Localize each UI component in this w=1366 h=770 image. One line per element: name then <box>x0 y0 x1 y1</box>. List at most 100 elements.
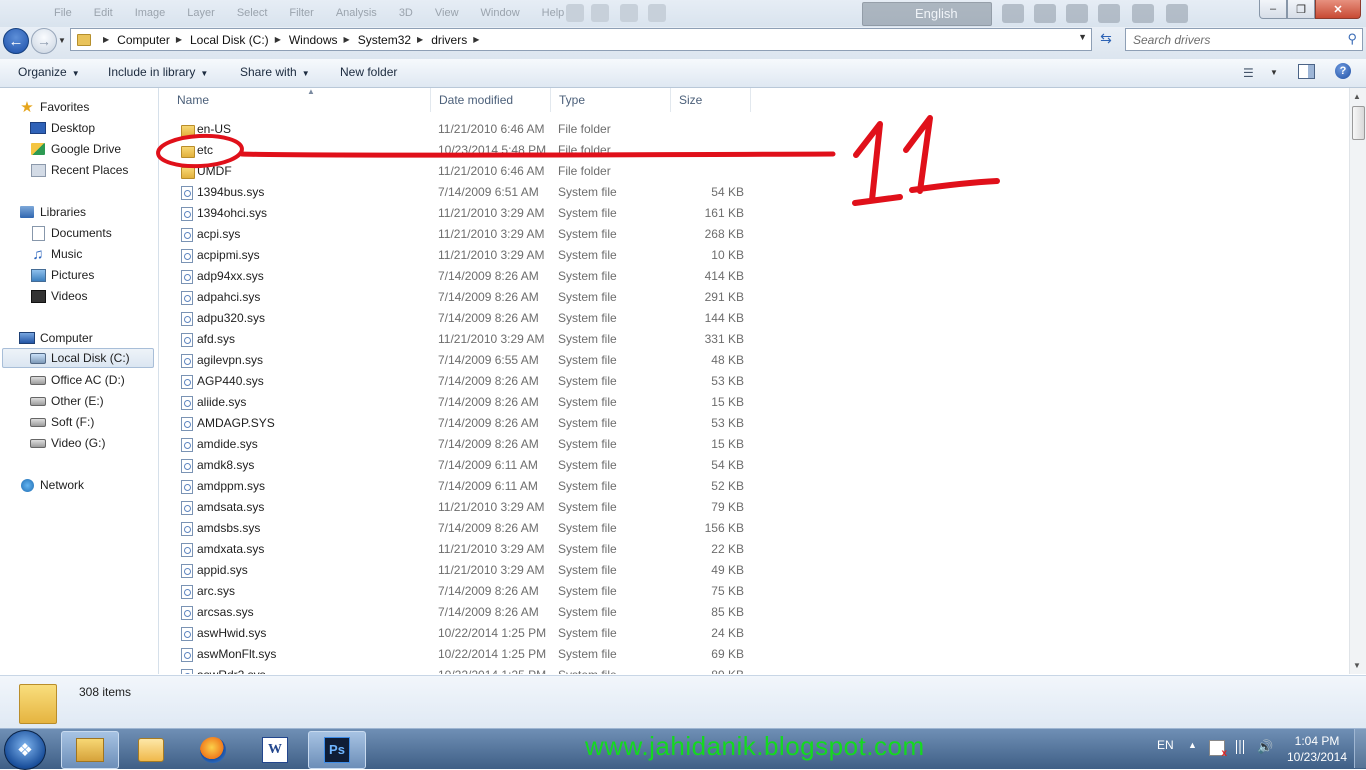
chevron-right-icon[interactable]: ▶ <box>344 35 350 44</box>
file-row[interactable]: arcsas.sys 7/14/2009 8:26 AM System file 85… <box>159 602 759 623</box>
file-row[interactable]: agilevpn.sys 7/14/2009 6:55 AM System file… <box>159 350 759 371</box>
taskbar-word[interactable]: W <box>246 731 304 769</box>
breadcrumb-item[interactable]: Computer <box>117 33 170 47</box>
nav-item-documents[interactable]: Documents <box>30 223 112 243</box>
column-header-size[interactable]: Size <box>671 88 751 112</box>
nav-item-soft-f[interactable]: Soft (F:) <box>30 412 94 432</box>
language-bar-tool-icon[interactable] <box>1098 4 1120 23</box>
clock[interactable]: 1:04 PM 10/23/2014 <box>1286 733 1348 765</box>
new-folder-button[interactable]: New folder <box>340 65 397 79</box>
file-row[interactable]: 1394bus.sys 7/14/2009 6:51 AM System file 5… <box>159 182 759 203</box>
action-center-flag-icon[interactable] <box>1209 740 1227 759</box>
search-input[interactable] <box>1131 29 1340 50</box>
file-row[interactable]: adpahci.sys 7/14/2009 8:26 AM System file 2… <box>159 287 759 308</box>
chevron-right-icon[interactable]: ▶ <box>473 35 479 44</box>
nav-item-music[interactable]: ♫ Music <box>30 244 82 264</box>
nav-item-other-e[interactable]: Other (E:) <box>30 391 104 411</box>
nav-item-recent-places[interactable]: Recent Places <box>30 160 128 180</box>
nav-computer[interactable]: Computer <box>19 328 93 348</box>
share-with-button[interactable]: Share with ▼ <box>240 65 310 79</box>
scroll-up-icon[interactable]: ▲ <box>1353 92 1361 101</box>
forward-button[interactable]: → <box>31 28 57 54</box>
file-row[interactable]: 1394ohci.sys 11/21/2010 3:29 AM System fil… <box>159 203 759 224</box>
tray-language[interactable]: EN <box>1157 738 1174 752</box>
file-row[interactable]: amdsbs.sys 7/14/2009 8:26 AM System file 15… <box>159 518 759 539</box>
show-desktop-button[interactable] <box>1354 729 1366 768</box>
search-icon[interactable]: ⚲ <box>1347 31 1357 47</box>
search-box[interactable]: ⚲ <box>1125 28 1363 51</box>
close-button[interactable]: ✕ <box>1315 0 1361 19</box>
taskbar-explorer[interactable] <box>61 731 119 769</box>
volume-muted-icon[interactable]: 🔊 <box>1257 740 1273 754</box>
breadcrumb[interactable]: drivers ▶ <box>431 33 487 47</box>
file-row[interactable]: amdsata.sys 11/21/2010 3:29 AM System file… <box>159 497 759 518</box>
file-row[interactable]: amdk8.sys 7/14/2009 6:11 AM System file 54 … <box>159 455 759 476</box>
maximize-button[interactable]: ❐ <box>1287 0 1315 19</box>
file-row[interactable]: adp94xx.sys 7/14/2009 8:26 AM System file 4… <box>159 266 759 287</box>
file-row[interactable]: acpi.sys 11/21/2010 3:29 AM System file 268… <box>159 224 759 245</box>
folder-row[interactable]: etc 10/23/2014 5:48 PM File folder <box>159 140 759 161</box>
nav-item-videos[interactable]: Videos <box>30 286 87 306</box>
scrollbar-thumb[interactable] <box>1352 106 1365 140</box>
nav-favorites[interactable]: ★ Favorites <box>19 97 89 117</box>
file-row[interactable]: AGP440.sys 7/14/2009 8:26 AM System file 53… <box>159 371 759 392</box>
nav-item-pictures[interactable]: Pictures <box>30 265 94 285</box>
column-header-date-modified[interactable]: Date modified <box>431 88 551 112</box>
breadcrumb[interactable]: Local Disk (C:) ▶ <box>190 33 289 47</box>
file-row[interactable]: aswMonFlt.sys 10/22/2014 1:25 PM System fi… <box>159 644 759 665</box>
breadcrumb[interactable]: Windows ▶ <box>289 33 358 47</box>
taskbar-firefox[interactable] <box>184 731 242 769</box>
language-bar-tool-icon[interactable] <box>1034 4 1056 23</box>
show-hidden-icons-icon[interactable]: ▲ <box>1188 740 1197 750</box>
breadcrumb-item[interactable]: Local Disk (C:) <box>190 33 269 47</box>
chevron-right-icon[interactable]: ▶ <box>176 35 182 44</box>
file-row[interactable]: arc.sys 7/14/2009 8:26 AM System file 75 KB <box>159 581 759 602</box>
refresh-button[interactable]: ⇆ <box>1096 30 1116 48</box>
file-row[interactable]: amdide.sys 7/14/2009 8:26 AM System file 15… <box>159 434 759 455</box>
include-in-library-button[interactable]: Include in library ▼ <box>108 65 208 79</box>
breadcrumb-separator[interactable]: ▶ <box>97 35 117 44</box>
breadcrumb[interactable]: Computer ▶ <box>117 33 190 47</box>
chevron-right-icon[interactable]: ▶ <box>275 35 281 44</box>
file-row[interactable]: appid.sys 11/21/2010 3:29 AM System file 49… <box>159 560 759 581</box>
scroll-down-icon[interactable]: ▼ <box>1353 661 1361 670</box>
file-row[interactable]: aliide.sys 7/14/2009 8:26 AM System file 15… <box>159 392 759 413</box>
file-row[interactable]: amdppm.sys 7/14/2009 6:11 AM System file 52… <box>159 476 759 497</box>
file-row[interactable]: aswRdr2.sys 10/22/2014 1:25 PM System file… <box>159 665 759 674</box>
breadcrumb-item[interactable]: drivers <box>431 33 467 47</box>
file-row[interactable]: afd.sys 11/21/2010 3:29 AM System file 331 … <box>159 329 759 350</box>
language-bar-tool-icon[interactable] <box>1066 4 1088 23</box>
language-bar-tool-icon[interactable] <box>1002 4 1024 23</box>
organize-button[interactable]: Organize ▼ <box>18 65 80 79</box>
network-signal-icon[interactable] <box>1233 740 1247 754</box>
folder-row[interactable]: en-US 11/21/2010 6:46 AM File folder <box>159 119 759 140</box>
preview-pane-icon[interactable] <box>1298 64 1315 79</box>
breadcrumb-item[interactable]: Windows <box>289 33 338 47</box>
vertical-scrollbar[interactable]: ▲ ▼ <box>1349 88 1366 674</box>
column-header-type[interactable]: Type <box>551 88 671 112</box>
taskbar-outlook[interactable] <box>122 731 180 769</box>
breadcrumb-item[interactable]: System32 <box>358 33 411 47</box>
minimize-button[interactable]: – <box>1259 0 1287 19</box>
nav-item-local-disk-c[interactable]: Local Disk (C:) <box>2 348 154 368</box>
taskbar-photoshop[interactable]: Ps <box>308 731 366 769</box>
start-button[interactable]: ❖ <box>4 730 46 770</box>
file-row[interactable]: adpu320.sys 7/14/2009 8:26 AM System file 1… <box>159 308 759 329</box>
nav-libraries[interactable]: Libraries <box>19 202 86 222</box>
nav-network[interactable]: Network <box>19 475 84 495</box>
nav-item-video-g[interactable]: Video (G:) <box>30 433 105 453</box>
file-row[interactable]: acpipmi.sys 11/21/2010 3:29 AM System file… <box>159 245 759 266</box>
help-icon[interactable]: ? <box>1335 63 1351 79</box>
language-bar-close-icon[interactable] <box>1166 4 1188 23</box>
file-row[interactable]: aswHwid.sys 10/22/2014 1:25 PM System file… <box>159 623 759 644</box>
back-button[interactable]: ← <box>3 28 29 54</box>
nav-item-google-drive[interactable]: Google Drive <box>30 139 121 159</box>
column-header-name[interactable]: ▲ Name <box>169 88 431 112</box>
breadcrumb[interactable]: System32 ▶ <box>358 33 432 47</box>
file-row[interactable]: AMDAGP.SYS 7/14/2009 8:26 AM System file 53… <box>159 413 759 434</box>
language-bar[interactable]: English <box>862 2 992 26</box>
chevron-right-icon[interactable]: ▶ <box>417 35 423 44</box>
nav-item-desktop[interactable]: Desktop <box>30 118 95 138</box>
address-dropdown-icon[interactable]: ▼ <box>1078 32 1087 42</box>
file-row[interactable]: amdxata.sys 11/21/2010 3:29 AM System file… <box>159 539 759 560</box>
